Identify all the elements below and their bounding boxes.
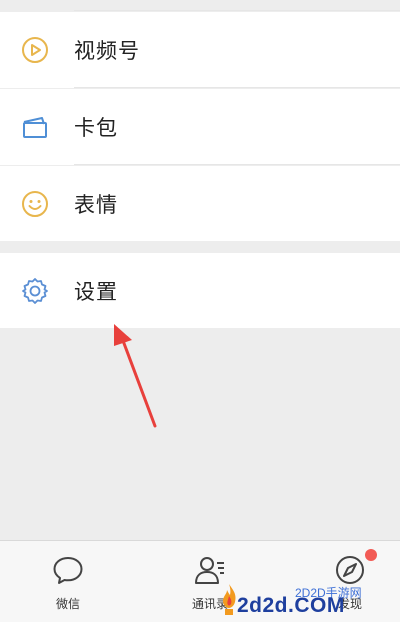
tab-chats[interactable]: 微信 <box>28 541 108 622</box>
watermark-domain: 2d2d.COM <box>237 594 345 617</box>
divider <box>74 10 400 11</box>
annotation-arrow-icon <box>114 324 157 428</box>
menu-item-video-channel[interactable]: 视频号 <box>0 12 400 88</box>
menu-item-card-wallet[interactable]: 卡包 <box>0 89 400 165</box>
menu-item-label: 设置 <box>74 279 118 304</box>
menu-item-stickers[interactable]: 表情 <box>0 166 400 242</box>
divider <box>74 164 400 165</box>
menu-item-label: 卡包 <box>74 116 118 140</box>
card-wallet-icon <box>23 117 47 138</box>
empty-area <box>0 328 400 540</box>
divider <box>74 87 400 88</box>
menu-item-label: 表情 <box>74 193 118 217</box>
chat-bubble-icon <box>53 557 83 584</box>
video-channel-icon <box>22 37 48 63</box>
notification-badge <box>365 549 377 561</box>
site-watermark: 2D2D手游网 2d2d.COM <box>215 572 390 620</box>
gear-icon <box>22 277 48 304</box>
smiley-icon <box>22 191 48 217</box>
flame-logo-icon <box>223 584 236 615</box>
menu-item-label: 视频号 <box>74 39 140 63</box>
menu-item-settings[interactable]: 设置 <box>0 253 400 328</box>
tab-label: 微信 <box>55 597 80 611</box>
section-gap <box>0 241 400 253</box>
